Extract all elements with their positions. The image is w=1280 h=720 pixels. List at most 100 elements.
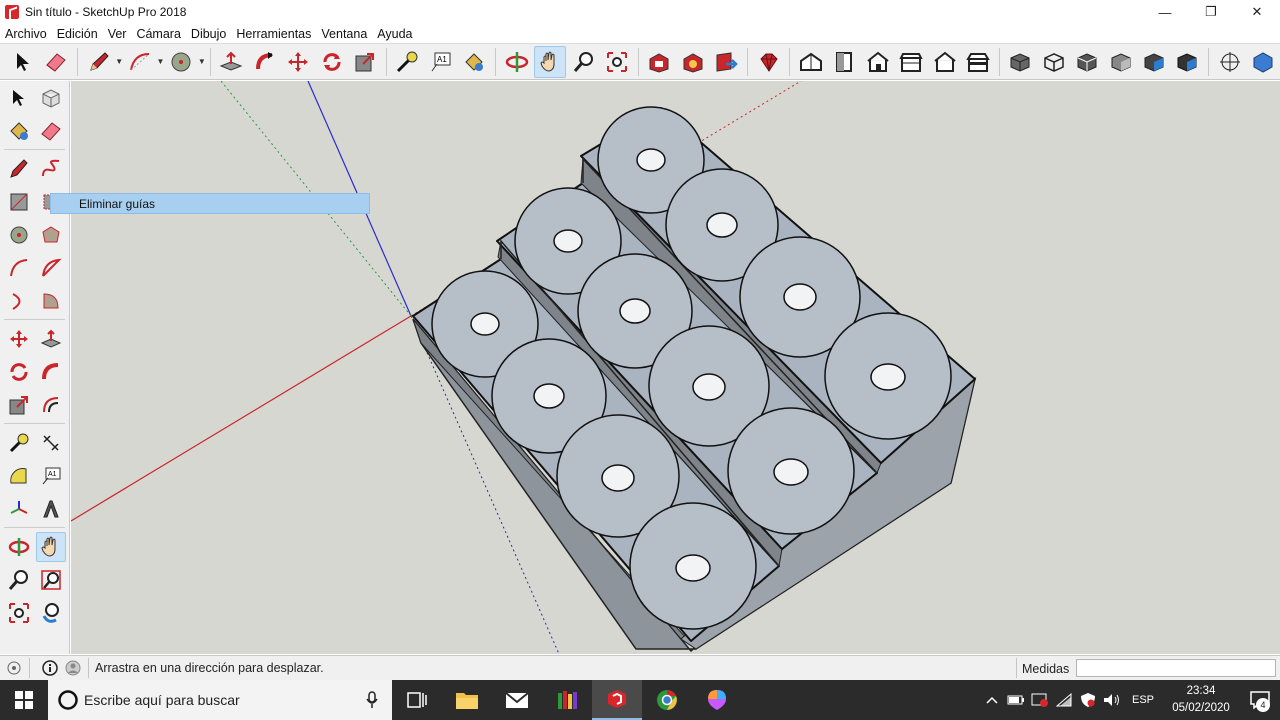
left-view-icon[interactable] [962,46,993,78]
volume-icon[interactable] [1100,680,1124,720]
language-indicator[interactable]: ESP [1132,694,1154,706]
ruby-icon[interactable] [753,46,784,78]
menu-edicion[interactable]: Edición [52,27,103,41]
action-center-button[interactable]: 4 [1240,680,1280,720]
file-explorer-button[interactable] [442,680,492,720]
arc-dropdown-icon[interactable]: ▼ [157,46,165,78]
mail-button[interactable] [492,680,542,720]
paint-bucket-icon[interactable] [459,46,490,78]
warehouse-icon[interactable] [644,46,675,78]
front-view-icon[interactable] [862,46,893,78]
menu-archivo[interactable]: Archivo [0,27,52,41]
app-button[interactable] [542,680,592,720]
pencil-dropdown-icon[interactable]: ▼ [115,46,123,78]
orbit-icon[interactable] [4,532,34,562]
shaded-icon[interactable] [1105,46,1136,78]
flyout-delete-guides[interactable]: Eliminar guías [50,193,370,214]
dimension-icon[interactable] [36,428,66,458]
share-model-icon[interactable] [710,46,741,78]
menu-ayuda[interactable]: Ayuda [372,27,417,41]
select-icon[interactable] [4,83,34,113]
move-icon[interactable] [4,324,34,354]
arc-icon[interactable] [4,253,34,283]
pan-icon[interactable] [36,531,66,562]
menu-herramientas[interactable]: Herramientas [231,27,316,41]
user-icon[interactable] [64,659,82,677]
pie-icon[interactable] [36,286,66,316]
back-view-icon[interactable] [929,46,960,78]
menu-camara[interactable]: Cámara [131,27,185,41]
polygon-icon[interactable] [36,220,66,250]
follow-me-icon[interactable] [249,46,280,78]
paint-bucket-icon[interactable] [4,116,34,146]
axes-tool-icon[interactable] [4,494,34,524]
pencil-icon[interactable] [83,46,114,78]
offset-icon[interactable] [36,390,66,420]
previous-view-icon[interactable] [36,598,66,628]
3d-text-icon[interactable] [36,494,66,524]
push-pull-icon[interactable] [216,46,247,78]
push-pull-icon[interactable] [36,324,66,354]
three-point-arc-icon[interactable] [4,286,34,316]
close-button[interactable]: ✕ [1234,0,1280,24]
axes-icon[interactable] [1214,46,1245,78]
show-hidden-icons-icon[interactable] [980,680,1004,720]
style-icon[interactable] [1247,46,1278,78]
info-icon[interactable] [41,659,59,677]
zoom-icon[interactable] [4,565,34,595]
protractor-icon[interactable] [4,461,34,491]
maximize-button[interactable]: ❐ [1188,0,1234,24]
wifi-icon[interactable] [1052,680,1076,720]
drawing-viewport[interactable] [71,81,1280,654]
scale-icon[interactable] [349,46,380,78]
top-view-icon[interactable] [829,46,860,78]
move-icon[interactable] [283,46,314,78]
two-point-arc-icon[interactable] [36,253,66,283]
make-component-icon[interactable] [36,83,66,113]
text-icon[interactable]: A1 [425,46,456,78]
rectangle-icon[interactable] [4,187,34,217]
eraser-icon[interactable] [40,46,71,78]
menu-dibujo[interactable]: Dibujo [186,27,231,41]
xray-icon[interactable] [1005,46,1036,78]
tape-measure-icon[interactable] [4,428,34,458]
start-button[interactable] [0,680,48,720]
iso-view-icon[interactable] [795,46,826,78]
minimize-button[interactable]: — [1142,0,1188,24]
rotate-icon[interactable] [316,46,347,78]
textured-icon[interactable] [1138,46,1169,78]
menu-ventana[interactable]: Ventana [316,27,372,41]
zoom-icon[interactable] [568,46,599,78]
battery-icon[interactable] [1004,680,1028,720]
follow-me-icon[interactable] [36,357,66,387]
taskbar-search[interactable]: Escribe aquí para buscar [48,680,392,720]
sketchup-taskbar-button[interactable] [592,680,642,720]
extension-warehouse-icon[interactable] [677,46,708,78]
hidden-line-icon[interactable] [1071,46,1102,78]
clock[interactable]: 23:34 05/02/2020 [1162,683,1240,717]
task-view-button[interactable] [392,680,442,720]
menu-ver[interactable]: Ver [103,27,132,41]
tape-measure-icon[interactable] [392,46,423,78]
geolocation-icon[interactable] [5,659,23,677]
orbit-icon[interactable] [501,46,532,78]
text-icon[interactable]: A1 [36,461,66,491]
pan-icon[interactable] [534,45,566,78]
zoom-extents-icon[interactable] [4,598,34,628]
defender-icon[interactable] [1076,680,1100,720]
zoom-window-icon[interactable] [36,565,66,595]
monochrome-icon[interactable] [1172,46,1203,78]
chrome-button[interactable] [642,680,692,720]
right-view-icon[interactable] [895,46,926,78]
shape-dropdown-icon[interactable]: ▼ [198,46,206,78]
freehand-icon[interactable] [36,154,66,184]
scale-icon[interactable] [4,390,34,420]
select-icon[interactable] [7,46,38,78]
zoom-extents-icon[interactable] [601,46,632,78]
wireframe-icon[interactable] [1038,46,1069,78]
circle-icon[interactable] [4,220,34,250]
rotate-icon[interactable] [4,357,34,387]
arc-icon[interactable] [124,46,155,78]
security-icon[interactable] [1028,680,1052,720]
microphone-icon[interactable] [366,691,378,709]
